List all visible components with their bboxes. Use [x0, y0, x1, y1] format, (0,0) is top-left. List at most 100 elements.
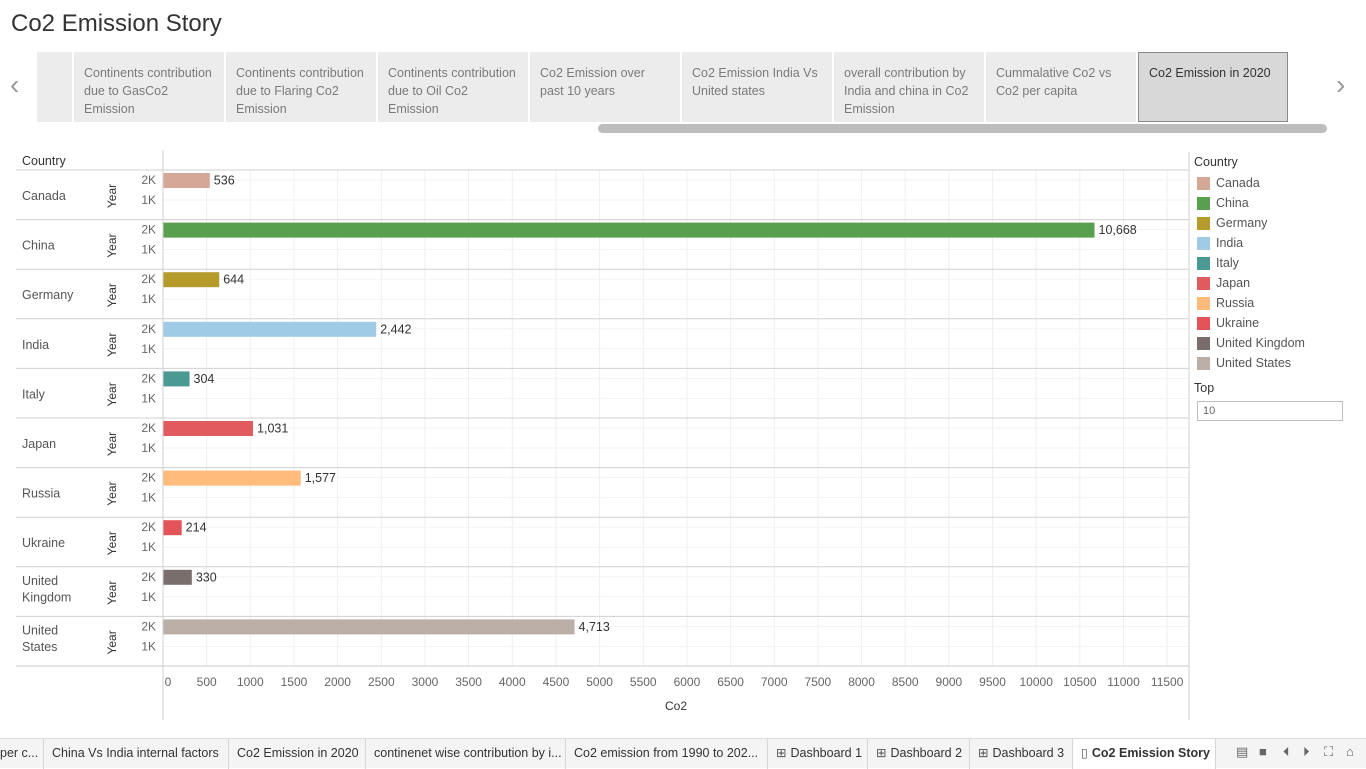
story-point-2[interactable]: Continents contribution due to Flaring C…	[226, 52, 376, 122]
bar-value-label: 10,668	[1099, 223, 1137, 237]
year-tick-label: 2K	[141, 421, 156, 435]
story-point-5[interactable]: Co2 Emission India Vs United states	[682, 52, 832, 122]
chevron-right-icon[interactable]: ›	[1336, 70, 1345, 100]
country-label: United States	[22, 623, 58, 654]
year-tick-label: 2K	[141, 371, 156, 385]
legend-swatch	[1197, 196, 1210, 210]
legend-label: Italy	[1216, 256, 1239, 270]
x-tick-label: 8000	[848, 675, 875, 689]
country-label: India	[22, 338, 49, 352]
legend-label: Canada	[1216, 176, 1260, 190]
legend-swatch	[1197, 356, 1210, 370]
story-point-7[interactable]: Cummalative Co2 vs Co2 per capita	[986, 52, 1136, 122]
legend-item[interactable]: United States	[1194, 353, 1354, 373]
sheet-tab[interactable]: ▯ Co2 Emission Story	[1073, 739, 1216, 769]
top-filter-input[interactable]	[1197, 401, 1343, 421]
country-label: Canada	[22, 189, 66, 203]
grid-icon: ⊞	[776, 746, 787, 760]
legend-swatch	[1197, 236, 1210, 250]
country-label: Germany	[22, 288, 74, 302]
show-filmstrip-icon[interactable]: ▤	[1236, 744, 1248, 760]
x-axis-title: Co2	[665, 699, 687, 713]
legend-label: United Kingdom	[1216, 336, 1305, 350]
year-axis-label: Year	[105, 184, 119, 208]
sheet-tab[interactable]: ⊞ Dashboard 2	[868, 739, 970, 769]
year-tick-label: 2K	[141, 619, 156, 633]
show-tabs-icon[interactable]: ■	[1259, 744, 1267, 759]
bar-value-label: 304	[194, 372, 215, 386]
story-point-8[interactable]: Co2 Emission in 2020	[1138, 52, 1288, 122]
sheet-tab-label: per c...	[0, 746, 39, 760]
bar-chart: Country Canada Year 2K 1K 536 China Year 2K 1K 10,…	[16, 150, 1190, 720]
sheet-tab-label: China Vs India internal factors	[52, 746, 219, 760]
grid-icon: ⊞	[978, 746, 989, 760]
bar	[163, 569, 192, 585]
x-tick-label: 10500	[1063, 675, 1097, 689]
year-tick-label: 1K	[141, 540, 156, 554]
story-point-6[interactable]: overall contribution by India and china …	[834, 52, 984, 122]
legend-item[interactable]: Germany	[1194, 213, 1354, 233]
bar-value-label: 644	[223, 273, 244, 287]
legend-label: India	[1216, 236, 1244, 250]
year-tick-label: 2K	[141, 223, 156, 237]
legend-item[interactable]: China	[1194, 193, 1354, 213]
story-scrollbar[interactable]	[598, 124, 1327, 133]
x-tick-label: 7500	[805, 675, 832, 689]
story-point-3[interactable]: Continents contribution due to Oil Co2 E…	[378, 52, 528, 122]
x-tick-label: 6000	[674, 675, 701, 689]
x-tick-label: 8500	[892, 675, 919, 689]
year-tick-label: 1K	[141, 391, 156, 405]
story-point-4[interactable]: Co2 Emission over past 10 years	[530, 52, 680, 122]
legend-item[interactable]: Russia	[1194, 293, 1354, 313]
year-axis-label: Year	[105, 581, 119, 605]
year-axis-label: Year	[105, 333, 119, 357]
sheet-tab[interactable]: ⊞ Dashboard 3	[970, 739, 1073, 769]
story-point-1[interactable]: Continents contribution due to GasCo2 Em…	[74, 52, 224, 122]
year-tick-label: 2K	[141, 272, 156, 286]
sheet-tab[interactable]: ⊞ Dashboard 1	[768, 739, 868, 769]
chevron-left-icon[interactable]: ‹	[10, 70, 19, 100]
bar	[163, 321, 377, 337]
sheet-tab[interactable]: Co2 Emission in 2020	[229, 739, 366, 769]
x-tick-label: 5000	[586, 675, 613, 689]
bar	[163, 371, 190, 387]
present-icon[interactable]: ⌂	[1346, 744, 1354, 759]
year-axis-label: Year	[105, 432, 119, 456]
legend-item[interactable]: United Kingdom	[1194, 333, 1354, 353]
page-title: Co2 Emission Story	[11, 10, 222, 37]
x-tick-label: 2000	[324, 675, 351, 689]
year-tick-label: 1K	[141, 243, 156, 257]
legend-item[interactable]: India	[1194, 233, 1354, 253]
legend-item[interactable]: Italy	[1194, 253, 1354, 273]
sheet-tab[interactable]: Co2 emission from 1990 to 202...	[566, 739, 768, 769]
year-tick-label: 1K	[141, 193, 156, 207]
next-sheet-icon[interactable]: ⏵	[1303, 744, 1310, 760]
story-point-strip: n due to t EmissionContinents contributi…	[37, 52, 1328, 122]
sheet-tab-label: Co2 emission from 1990 to 202...	[574, 746, 759, 760]
legend-label: China	[1216, 196, 1249, 210]
bar	[163, 470, 301, 486]
sheet-tab[interactable]: China Vs India internal factors	[44, 739, 229, 769]
story-point-0[interactable]: n due to t Emission	[37, 52, 72, 122]
sheet-tab[interactable]: continenet wise contribution by i...	[366, 739, 566, 769]
legend-item[interactable]: Canada	[1194, 173, 1354, 193]
book-icon: ▯	[1081, 746, 1088, 760]
x-tick-label: 9000	[936, 675, 963, 689]
country-label: Russia	[22, 487, 60, 501]
legend-swatch	[1197, 336, 1210, 350]
legend-label: Japan	[1216, 276, 1251, 290]
legend-item[interactable]: Ukraine	[1194, 313, 1354, 333]
bar-value-label: 1,577	[305, 471, 336, 485]
bar	[163, 421, 254, 436]
sheet-tab[interactable]: per c...	[0, 739, 44, 769]
x-tick-label: 1500	[281, 675, 308, 689]
year-tick-label: 2K	[141, 520, 156, 534]
previous-sheet-icon[interactable]: ⏴	[1283, 744, 1290, 760]
year-tick-label: 1K	[141, 441, 156, 455]
year-tick-label: 1K	[141, 491, 156, 505]
x-tick-label: 3500	[455, 675, 482, 689]
legend-item[interactable]: Japan	[1194, 273, 1354, 293]
fullscreen-icon[interactable]: ⛶	[1324, 744, 1333, 760]
bar	[163, 222, 1095, 238]
bar-value-label: 2,442	[380, 322, 411, 336]
